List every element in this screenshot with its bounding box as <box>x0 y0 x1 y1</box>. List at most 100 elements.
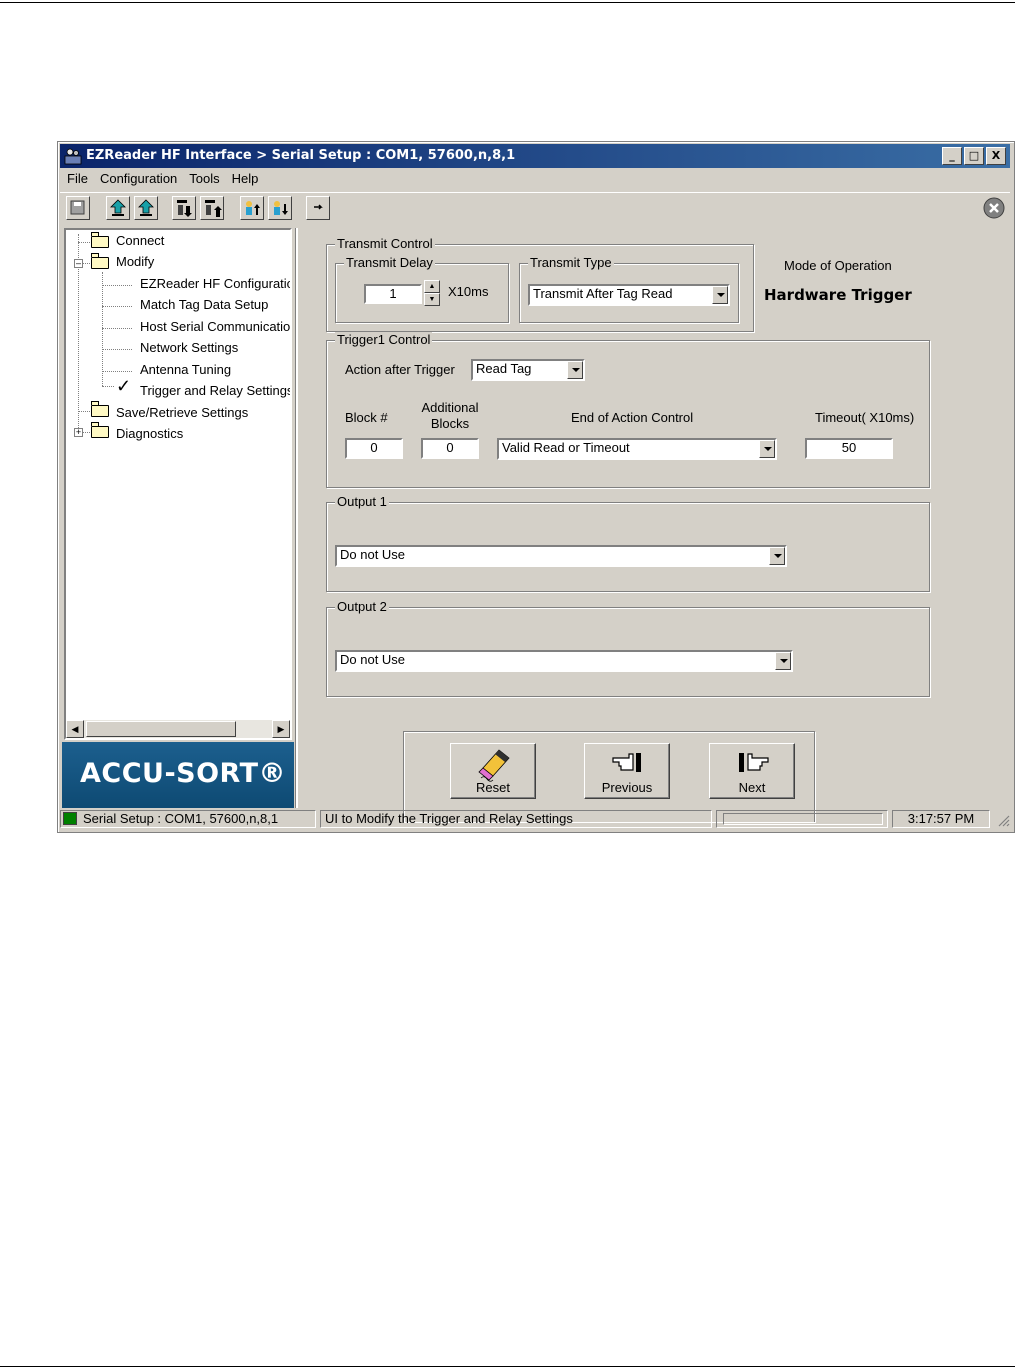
menu-configuration[interactable]: Configuration <box>93 169 182 186</box>
menu-bar: File Configuration Tools Help <box>60 169 1010 189</box>
transmit-type-title: Transmit Type <box>528 255 614 270</box>
scroll-left-icon[interactable]: ◀ <box>66 720 84 738</box>
hand-pointing-left-icon <box>612 753 641 772</box>
status-time-text: 3:17:57 PM <box>907 811 975 826</box>
title-bar[interactable]: EZReader HF Interface > Serial Setup : C… <box>60 144 1010 168</box>
tree-item-match-tag-data-setup[interactable]: Match Tag Data Setup <box>140 297 268 317</box>
user-upload-icon <box>246 201 260 215</box>
minimize-button[interactable]: _ <box>942 147 962 165</box>
status-progress-panel <box>716 810 888 828</box>
upload-toolbar-button-1[interactable] <box>106 196 130 220</box>
previous-button-label: Previous <box>601 780 653 795</box>
tree-item-trigger-relay-settings[interactable]: Trigger and Relay Settings <box>140 383 290 403</box>
tree-item-host-serial-communication[interactable]: Host Serial Communication <box>140 319 290 339</box>
upload-icon <box>138 199 154 216</box>
timeout-input[interactable]: 50 <box>805 438 893 459</box>
user-download-toolbar-button[interactable] <box>268 196 292 220</box>
splitter[interactable] <box>295 228 298 808</box>
folder-icon <box>91 422 109 438</box>
tree-item-save-retrieve-settings[interactable]: Save/Retrieve Settings <box>116 405 248 425</box>
upload-toolbar-button-2[interactable] <box>134 196 158 220</box>
close-button[interactable]: X <box>986 147 1006 165</box>
check-icon: ✓ <box>116 376 132 396</box>
download-toolbar-button-2[interactable] <box>200 196 224 220</box>
download-toolbar-button-1[interactable] <box>172 196 196 220</box>
additional-blocks-label-line1: Additional <box>421 400 479 415</box>
status-time-panel: 3:17:57 PM <box>892 810 990 828</box>
transmit-delay-unit: X10ms <box>448 284 489 299</box>
page-bottom-rule <box>0 1366 1015 1367</box>
upload-icon <box>110 199 126 216</box>
tree-item-diagnostics[interactable]: Diagnostics <box>116 426 183 446</box>
save-toolbar-button[interactable] <box>66 196 90 220</box>
transmit-delay-input[interactable]: 1 <box>364 284 422 304</box>
dropdown-arrow-icon[interactable] <box>759 440 775 458</box>
expand-icon[interactable]: + <box>74 428 83 437</box>
window-title: EZReader HF Interface > Serial Setup : C… <box>86 148 516 163</box>
status-bar: Serial Setup : COM1, 57600,n,8,1 UI to M… <box>60 809 1010 829</box>
transmit-control-title: Transmit Control <box>335 236 435 251</box>
toolbar <box>60 192 1010 225</box>
end-of-action-control-label: End of Action Control <box>571 410 694 425</box>
tree-item-antenna-tuning[interactable]: Antenna Tuning <box>140 362 231 382</box>
eraser-icon <box>478 749 510 782</box>
transmit-type-select[interactable]: Transmit After Tag Read <box>528 284 730 306</box>
previous-button[interactable]: Previous <box>584 743 670 799</box>
download-icon <box>177 200 192 217</box>
tree-item-connect[interactable]: Connect <box>116 233 164 253</box>
end-of-action-control-select[interactable]: Valid Read or Timeout <box>497 438 777 460</box>
status-connection-panel: Serial Setup : COM1, 57600,n,8,1 <box>60 810 316 828</box>
accu-sort-logo: ACCU-SORT® <box>62 742 294 808</box>
folder-icon <box>91 401 109 417</box>
menu-tools[interactable]: Tools <box>182 169 224 186</box>
spin-down-icon[interactable]: ▼ <box>424 293 440 306</box>
spin-up-icon[interactable]: ▲ <box>424 280 440 293</box>
transmit-delay-title: Transmit Delay <box>344 255 435 270</box>
dropdown-arrow-icon[interactable] <box>769 547 785 565</box>
menu-file[interactable]: File <box>60 169 93 186</box>
mode-of-operation-label: Mode of Operation <box>784 258 892 273</box>
reset-button[interactable]: Reset <box>450 743 536 799</box>
transmit-delay-spinner[interactable]: ▲ ▼ <box>424 280 440 306</box>
connection-indicator <box>63 812 77 825</box>
action-after-trigger-select[interactable]: Read Tag <box>471 359 585 381</box>
tree-horizontal-scrollbar[interactable]: ◀ ▶ <box>66 720 290 738</box>
save-icon <box>70 200 85 215</box>
block-number-label: Block # <box>345 410 388 425</box>
dropdown-arrow-icon[interactable] <box>712 286 728 304</box>
output2-select[interactable]: Do not Use <box>335 650 793 672</box>
dropdown-arrow-icon[interactable] <box>567 361 583 379</box>
disconnect-toolbar-button[interactable] <box>982 196 1006 220</box>
additional-blocks-input[interactable]: 0 <box>421 438 479 459</box>
user-download-icon <box>274 201 288 215</box>
status-connection-text: Serial Setup : COM1, 57600,n,8,1 <box>83 811 279 826</box>
dropdown-arrow-icon[interactable] <box>775 652 791 670</box>
pointer-icon <box>314 204 323 210</box>
transmit-delay-group: Transmit Delay 1 ▲ ▼ X10ms <box>335 255 509 323</box>
status-message-text: UI to Modify the Trigger and Relay Setti… <box>325 811 573 826</box>
resize-grip-icon[interactable] <box>996 813 1010 827</box>
next-button-label: Next <box>738 780 766 795</box>
next-button[interactable]: Next <box>709 743 795 799</box>
status-message-panel: UI to Modify the Trigger and Relay Setti… <box>320 810 712 828</box>
tree-item-network-settings[interactable]: Network Settings <box>140 340 238 360</box>
folder-icon <box>91 232 109 248</box>
user-upload-toolbar-button[interactable] <box>240 196 264 220</box>
progress-bar <box>723 813 883 825</box>
folder-icon <box>91 253 109 269</box>
timeout-label: Timeout( X10ms) <box>815 410 915 425</box>
scroll-right-icon[interactable]: ▶ <box>272 720 290 738</box>
tree-item-modify[interactable]: Modify <box>116 254 154 274</box>
pointer-toolbar-button[interactable] <box>306 196 330 220</box>
block-number-input[interactable]: 0 <box>345 438 403 459</box>
transmit-type-group: Transmit Type Transmit After Tag Read <box>519 255 739 323</box>
scroll-thumb[interactable] <box>86 721 236 737</box>
mode-of-operation-value: Hardware Trigger <box>764 286 912 304</box>
tree-item-ezreader-configuration[interactable]: EZReader HF Configuratio <box>140 276 290 296</box>
app-window: EZReader HF Interface > Serial Setup : C… <box>57 141 1015 833</box>
app-icon <box>64 148 82 165</box>
menu-help[interactable]: Help <box>225 169 264 186</box>
output1-select[interactable]: Do not Use <box>335 545 787 567</box>
collapse-icon[interactable]: – <box>74 259 83 268</box>
maximize-button[interactable]: □ <box>964 147 984 165</box>
